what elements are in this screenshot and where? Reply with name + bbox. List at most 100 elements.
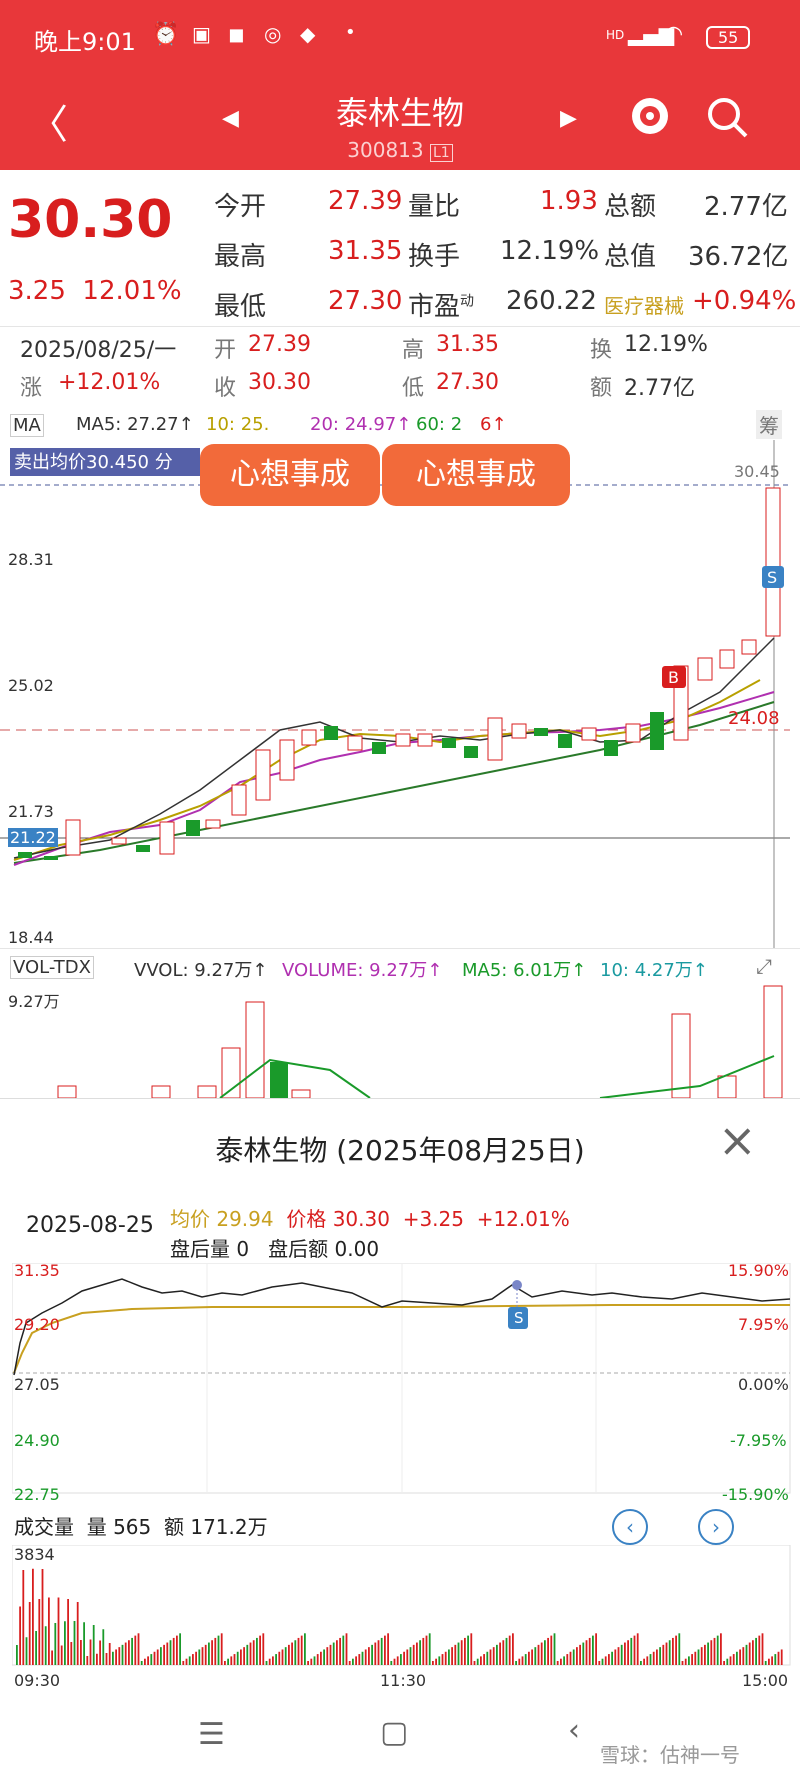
candle <box>719 649 735 669</box>
open-label: 今开 <box>214 192 267 222</box>
volume-bar <box>377 1640 380 1665</box>
volume-bar <box>512 1633 514 1665</box>
ma60-legend-tail: 6↑ <box>480 414 507 435</box>
home-nav-icon[interactable]: ▢ <box>380 1715 408 1750</box>
market-cap-value: 36.72亿 <box>688 242 789 272</box>
volume-bar <box>54 1623 57 1665</box>
volume-chart <box>57 985 783 1098</box>
prev-day-button[interactable]: ‹ <box>612 1509 648 1545</box>
volume-bar <box>729 1656 732 1665</box>
wifi-icon: ◠ <box>664 22 684 47</box>
volume-bar <box>195 1651 197 1665</box>
mascot-icon[interactable] <box>628 92 672 140</box>
volume-bar <box>64 1621 66 1665</box>
volume-bar <box>345 1633 348 1665</box>
next-stock-icon[interactable]: ▶ <box>560 106 577 131</box>
volume-bar <box>288 1644 290 1665</box>
volume-bar <box>176 1635 178 1665</box>
volume-bar <box>211 1640 213 1665</box>
intraday-price-chart[interactable]: S <box>12 1263 792 1495</box>
volume-bar <box>732 1654 735 1665</box>
volume-bar <box>272 1656 274 1665</box>
volume-bar <box>300 1635 303 1665</box>
stock-name: 泰林生物 <box>335 94 464 132</box>
network-label: HD <box>606 28 625 42</box>
volume-bar <box>118 1647 121 1665</box>
volume-bar <box>163 1644 165 1665</box>
expand-icon[interactable]: ⤢ <box>756 954 772 978</box>
vol-info: 成交量 量 565 额 171.2万 <box>14 1515 268 1539</box>
volume-bar <box>96 1653 98 1665</box>
y-label-ref: 24.08 <box>728 708 780 729</box>
ma-selector[interactable]: MA <box>10 414 44 437</box>
volume-bar <box>518 1658 521 1665</box>
candle <box>625 723 641 743</box>
volume-bar <box>25 1637 28 1665</box>
volume-bar <box>128 1640 130 1665</box>
volume-bar <box>492 1647 495 1665</box>
divider <box>0 326 800 327</box>
next-day-button[interactable]: › <box>698 1509 734 1545</box>
bar-amt: 2.77亿 <box>624 376 695 401</box>
volume-bar <box>473 1661 476 1665</box>
kline-chart[interactable]: B S <box>0 440 800 948</box>
volume-bar <box>611 1651 613 1665</box>
volume-bar <box>208 1642 210 1665</box>
candle <box>231 784 247 816</box>
volume-bar <box>105 1653 108 1665</box>
volume-bar <box>355 1656 357 1665</box>
volume-bar <box>668 1640 671 1665</box>
close-icon[interactable]: × <box>718 1117 757 1163</box>
bar-chg-label: 涨 <box>20 376 43 401</box>
volume-bar <box>185 1658 188 1665</box>
volume-bar <box>502 1640 505 1665</box>
volume-bar <box>464 1637 466 1665</box>
volume-bar <box>710 1640 713 1665</box>
sector-link[interactable]: 医疗器械 <box>604 290 684 319</box>
back-nav-icon[interactable]: ‹ <box>568 1713 580 1748</box>
right-axis-label: -15.90% <box>722 1485 789 1504</box>
time-label: 09:30 <box>14 1671 61 1690</box>
volume-bar <box>476 1658 479 1665</box>
search-icon[interactable] <box>706 96 750 140</box>
candle <box>205 819 221 829</box>
volume-bar <box>304 1633 306 1665</box>
volume-bar <box>92 1625 95 1665</box>
bar-chg: +12.01% <box>58 370 161 395</box>
bar-turn: 12.19% <box>624 332 708 357</box>
ma5-legend: MA5: 27.27↑ <box>76 414 194 435</box>
volume-bar <box>131 1637 133 1665</box>
volume-bar <box>332 1642 335 1665</box>
svg-text:B: B <box>668 668 679 687</box>
candle <box>279 739 295 781</box>
volume-bar <box>73 1621 76 1665</box>
vol-selector[interactable]: VOL-TDX <box>10 956 94 979</box>
chip-button[interactable]: 筹 <box>756 410 782 439</box>
bar-high: 31.35 <box>436 332 499 357</box>
candle <box>511 723 527 739</box>
candle <box>581 727 597 741</box>
volume-bar <box>316 1654 319 1665</box>
menu-nav-icon[interactable]: ☰ <box>198 1717 225 1752</box>
volume-bar <box>726 1658 729 1665</box>
sector-change: +0.94% <box>692 286 797 316</box>
volume-bar <box>156 1649 159 1665</box>
intraday-panel: 泰林生物 (2025年08月25日) × 2025-08-25 均价 29.94… <box>0 1098 800 1778</box>
volume-bar <box>480 1656 482 1665</box>
volume-bar <box>553 1633 556 1665</box>
volume-bar <box>582 1642 585 1665</box>
volume-bar <box>713 1637 716 1665</box>
volume-bar <box>233 1654 236 1665</box>
volume-bar <box>739 1649 741 1665</box>
buy-marker: B <box>662 666 686 688</box>
y-label-cursor: 21.22 <box>8 828 58 847</box>
bar-close-label: 收 <box>214 376 237 401</box>
volume-bar <box>748 1642 751 1665</box>
candle <box>464 746 478 758</box>
volume-bar <box>752 1640 754 1665</box>
volume-bar <box>41 1569 44 1665</box>
volume-bar <box>742 1647 745 1665</box>
volume-bar <box>67 1599 69 1665</box>
high-value: 31.35 <box>328 236 403 266</box>
volume-bar <box>508 1635 511 1665</box>
